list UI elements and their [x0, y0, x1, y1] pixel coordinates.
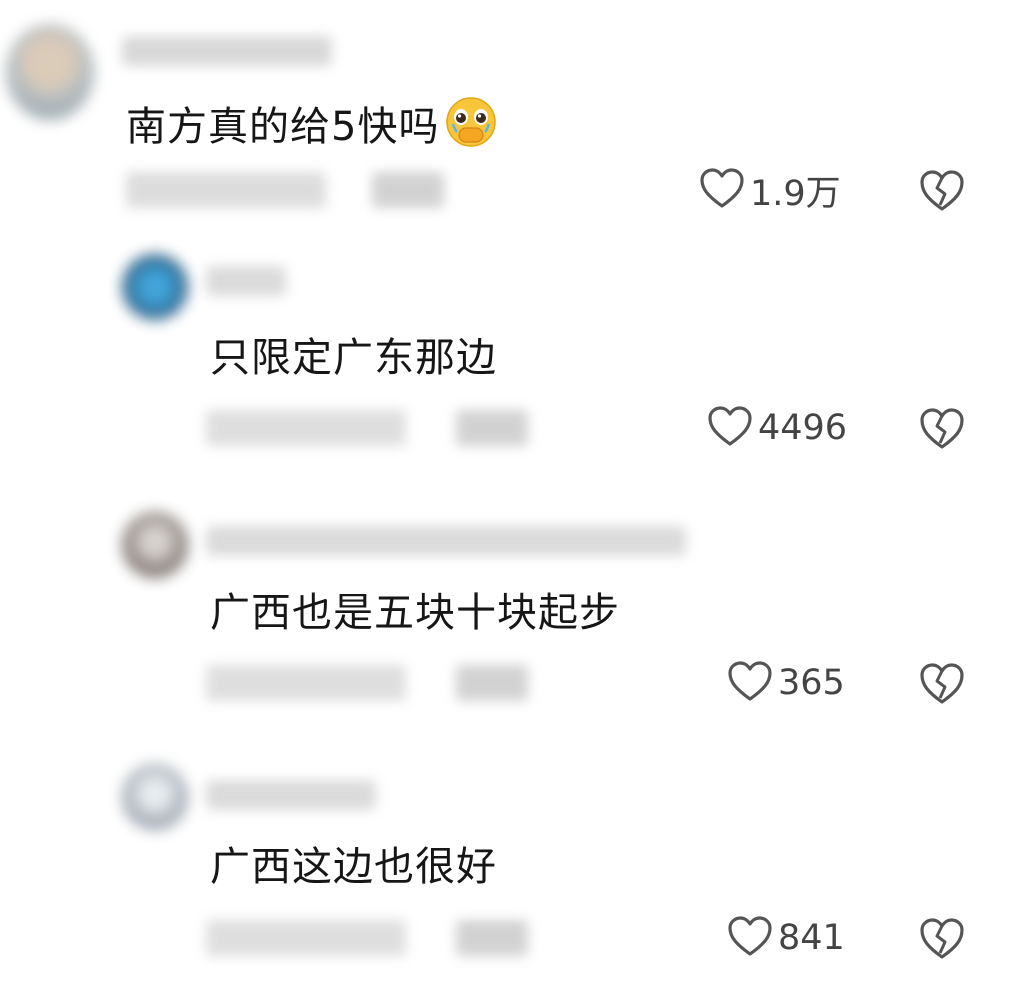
comment-text: 只限定广东那边: [210, 335, 497, 381]
like-count: 4496: [758, 408, 848, 448]
broken-heart-icon: [918, 663, 966, 710]
like-button[interactable]: 4496: [706, 403, 847, 453]
comment-text: 广西这边也很好: [210, 844, 497, 890]
heart-outline-icon: [726, 659, 774, 707]
comment-text: 广西也是五块十块起步: [210, 590, 620, 636]
like-count: 841: [778, 918, 845, 958]
comment-text: 南方真的给5快吗: [126, 96, 499, 160]
user-name-blurred[interactable]: [206, 780, 376, 810]
reply-button-blurred[interactable]: [456, 665, 528, 701]
broken-heart-icon: [918, 408, 966, 455]
like-button[interactable]: 365: [726, 658, 845, 708]
avatar[interactable]: [122, 764, 188, 830]
reply-button-blurred[interactable]: [372, 172, 444, 208]
dislike-button[interactable]: [918, 167, 966, 213]
like-button[interactable]: 841: [726, 913, 845, 963]
comment-date-blurred: [206, 410, 406, 446]
comment-date-blurred: [206, 920, 406, 956]
like-count: 365: [778, 663, 845, 703]
user-name-blurred[interactable]: [122, 36, 332, 66]
broken-heart-icon: [918, 170, 966, 217]
comment-date-blurred: [206, 665, 406, 701]
pleading-face-emoji-icon: [443, 96, 499, 160]
dislike-button[interactable]: [918, 405, 966, 451]
avatar[interactable]: [122, 254, 188, 320]
reply-button-blurred[interactable]: [456, 920, 528, 956]
reply-button-blurred[interactable]: [456, 410, 528, 446]
user-name-blurred[interactable]: [206, 526, 686, 556]
dislike-button[interactable]: [918, 915, 966, 961]
heart-outline-icon: [726, 914, 774, 962]
comment-date-blurred: [126, 172, 326, 208]
avatar[interactable]: [122, 512, 188, 578]
like-button[interactable]: 1.9万: [698, 165, 841, 215]
dislike-button[interactable]: [918, 660, 966, 706]
like-count: 1.9万: [750, 173, 841, 214]
heart-outline-icon: [698, 166, 746, 214]
heart-outline-icon: [706, 404, 754, 452]
comment-text-content: 南方真的给5快吗: [126, 104, 440, 150]
user-name-blurred[interactable]: [206, 266, 286, 296]
avatar[interactable]: [6, 24, 94, 120]
broken-heart-icon: [918, 918, 966, 965]
